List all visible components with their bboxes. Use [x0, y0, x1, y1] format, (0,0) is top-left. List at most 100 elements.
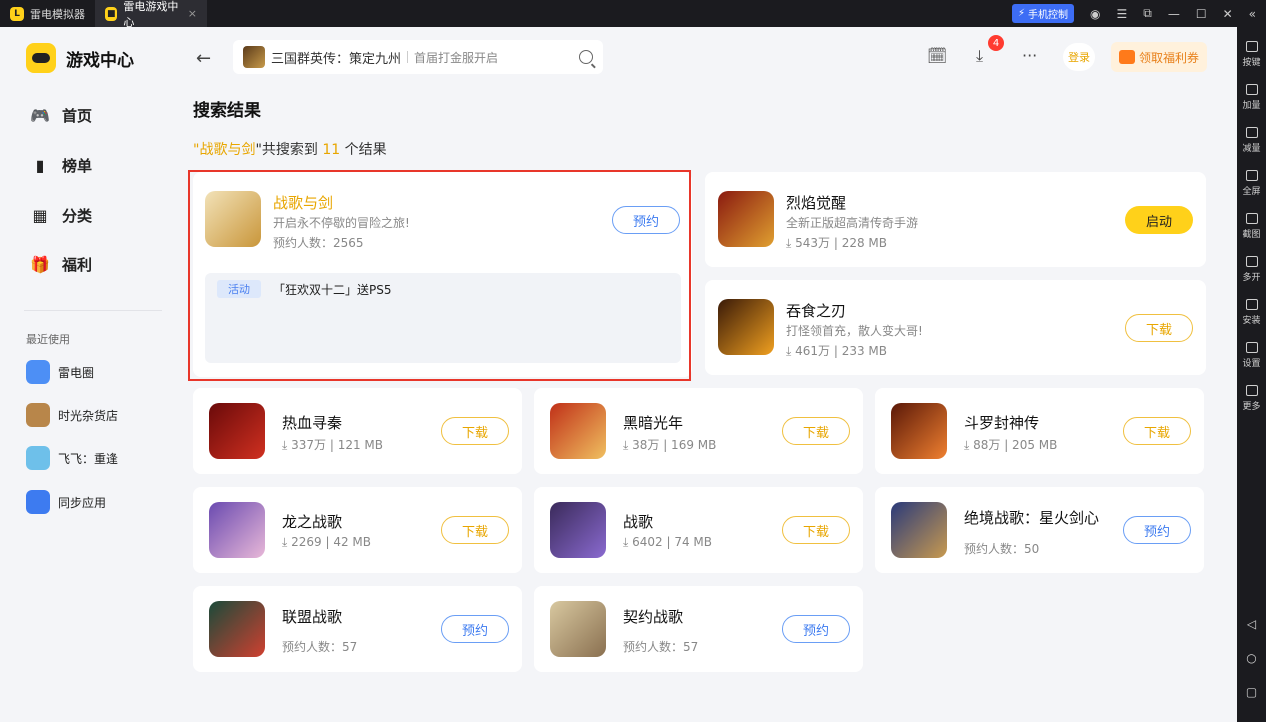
game-icon: [718, 191, 774, 247]
toolbar-keymap[interactable]: 按键: [1237, 33, 1266, 76]
maximize-icon[interactable]: ☐: [1196, 7, 1207, 21]
close-icon[interactable]: ✕: [1223, 7, 1233, 21]
download-button[interactable]: 下载: [441, 516, 509, 544]
android-home-icon[interactable]: ○: [1237, 651, 1266, 665]
toolbar-fullscreen-label: 全屏: [1242, 187, 1261, 197]
download-button[interactable]: 下载: [441, 417, 509, 445]
game-icon: [550, 403, 606, 459]
game-name[interactable]: 龙之战歌: [282, 511, 342, 532]
account-icon[interactable]: ◉: [1090, 7, 1100, 21]
leidian-circle-icon: [26, 360, 50, 384]
sidebar-item-home-label: 首页: [62, 107, 93, 125]
reserve-button[interactable]: 预约: [1123, 516, 1191, 544]
game-name[interactable]: 烈焰觉醒: [786, 192, 846, 213]
sidebar: 游戏中心 🎮 首页 ▮ 榜单 ▦ 分类 🎁 福利 最近使用 雷电圈 时光杂货店 …: [0, 27, 175, 722]
app-logo: 游戏中心: [26, 43, 134, 73]
more-options-icon[interactable]: ···: [1022, 46, 1037, 65]
search-subtext: 首届打金服开启: [414, 50, 499, 65]
search-bar[interactable]: 三国群英传：策定九州 首届打金服开启: [233, 40, 603, 74]
game-name[interactable]: 吞食之刃: [786, 300, 846, 321]
toolbar-settings-label: 设置: [1242, 359, 1261, 369]
tab-game-center-label: 雷电游戏中心: [123, 0, 179, 29]
restore-icon[interactable]: ⧉: [1143, 6, 1152, 21]
toolbar-fullscreen[interactable]: 全屏: [1237, 162, 1266, 205]
game-name[interactable]: 契约战歌: [623, 606, 683, 627]
toolbar-more[interactable]: 更多: [1237, 377, 1266, 420]
download-icon[interactable]: ⤓: [976, 46, 983, 66]
toolbar-install-label: 安装: [1242, 316, 1261, 326]
game-name[interactable]: 绝境战歌：星火剑心: [964, 507, 1099, 528]
game-name[interactable]: 黑暗光年: [623, 412, 683, 433]
sidebar-item-welfare[interactable]: 🎁 福利: [30, 254, 92, 275]
toolbar-settings[interactable]: 设置: [1237, 334, 1266, 377]
toolbar-multi[interactable]: 多开: [1237, 248, 1266, 291]
toolbar-volume-down[interactable]: 减量: [1237, 119, 1266, 162]
game-name[interactable]: 斗罗封神传: [964, 412, 1039, 433]
recent-item-feifei[interactable]: 飞飞：重逢: [26, 446, 118, 470]
game-icon: [891, 403, 947, 459]
more-icon: [1245, 385, 1258, 396]
game-desc: 打怪领首充，散人变大哥!: [786, 324, 923, 338]
back-arrow-icon[interactable]: ←: [196, 48, 211, 69]
game-icon: [550, 502, 606, 558]
tab-emulator[interactable]: L 雷电模拟器: [0, 0, 95, 27]
reserve-button[interactable]: 预约: [441, 615, 509, 643]
android-back-icon[interactable]: ◁: [1237, 617, 1266, 631]
game-meta: ⤓ 461万 | 233 MB: [786, 344, 887, 358]
collapse-icon[interactable]: «: [1249, 7, 1256, 21]
download-button[interactable]: 下载: [782, 516, 850, 544]
recent-item-time-shop[interactable]: 时光杂货店: [26, 403, 118, 427]
result-mid: "共搜索到: [255, 142, 323, 158]
sidebar-item-home[interactable]: 🎮 首页: [30, 105, 92, 126]
download-button[interactable]: 下载: [782, 417, 850, 445]
sidebar-item-category-label: 分类: [62, 207, 93, 225]
game-meta: 预约人数：57: [282, 640, 358, 654]
toolbar-install[interactable]: 安装: [1237, 291, 1266, 334]
launch-button[interactable]: 启动: [1125, 206, 1193, 234]
game-name[interactable]: 热血寻秦: [282, 412, 342, 433]
recent-item-sync-apps[interactable]: 同步应用: [26, 490, 106, 514]
install-icon: [1245, 299, 1258, 310]
calendar-icon[interactable]: 🗓: [927, 46, 947, 65]
tab-close-icon[interactable]: ×: [188, 7, 197, 20]
coupon-button[interactable]: 领取福利券: [1111, 42, 1207, 72]
game-meta: 预约人数：57: [623, 640, 699, 654]
ldplayer-logo-icon: L: [10, 6, 24, 21]
toolbar-screenshot[interactable]: 截图: [1237, 205, 1266, 248]
recent-title: 最近使用: [26, 333, 70, 346]
toolbar-volume-up-label: 加量: [1242, 101, 1261, 111]
sidebar-item-category[interactable]: ▦ 分类: [30, 205, 92, 226]
sidebar-item-ranking[interactable]: ▮ 榜单: [30, 155, 92, 176]
download-button[interactable]: 下载: [1123, 417, 1191, 445]
game-icon: [209, 502, 265, 558]
recent-item-leidian-circle[interactable]: 雷电圈: [26, 360, 94, 384]
result-summary: "战歌与剑"共搜索到 11 个结果: [193, 139, 387, 159]
recent-item-label: 同步应用: [58, 495, 107, 510]
game-icon: [209, 601, 265, 657]
coupon-icon: [1118, 50, 1135, 64]
toolbar-keymap-label: 按键: [1242, 58, 1261, 68]
toolbar-volume-up[interactable]: 加量: [1237, 76, 1266, 119]
game-name[interactable]: 联盟战歌: [282, 606, 342, 627]
coupon-label: 领取福利券: [1138, 50, 1199, 65]
game-name[interactable]: 战歌: [623, 511, 653, 532]
login-button[interactable]: 登录: [1063, 43, 1095, 71]
recent-item-label: 时光杂货店: [58, 408, 119, 423]
menu-icon[interactable]: ☰: [1116, 7, 1127, 21]
sidebar-divider: [24, 310, 162, 311]
download-button[interactable]: 下载: [1125, 314, 1193, 342]
phone-control-button[interactable]: ⚡ 手机控制: [1011, 4, 1074, 23]
ranking-icon: ▮: [35, 156, 45, 175]
tab-game-center[interactable]: ■ 雷电游戏中心 ×: [95, 0, 207, 29]
android-recent-icon[interactable]: ▢: [1237, 685, 1266, 699]
game-icon: [891, 502, 947, 558]
sync-apps-icon: [26, 490, 50, 514]
volume-up-icon: [1245, 84, 1258, 95]
result-count: 11: [322, 142, 341, 158]
game-meta: ⤓ 2269 | 42 MB: [282, 535, 371, 549]
phone-control-label: 手机控制: [1028, 10, 1068, 21]
minimize-icon[interactable]: —: [1168, 7, 1180, 21]
reserve-button[interactable]: 预约: [782, 615, 850, 643]
search-icon[interactable]: [579, 50, 593, 64]
right-toolbar: 按键 加量 减量 全屏 截图 多开 安装 设置 更多 ◁ ○ ▢: [1237, 27, 1266, 722]
